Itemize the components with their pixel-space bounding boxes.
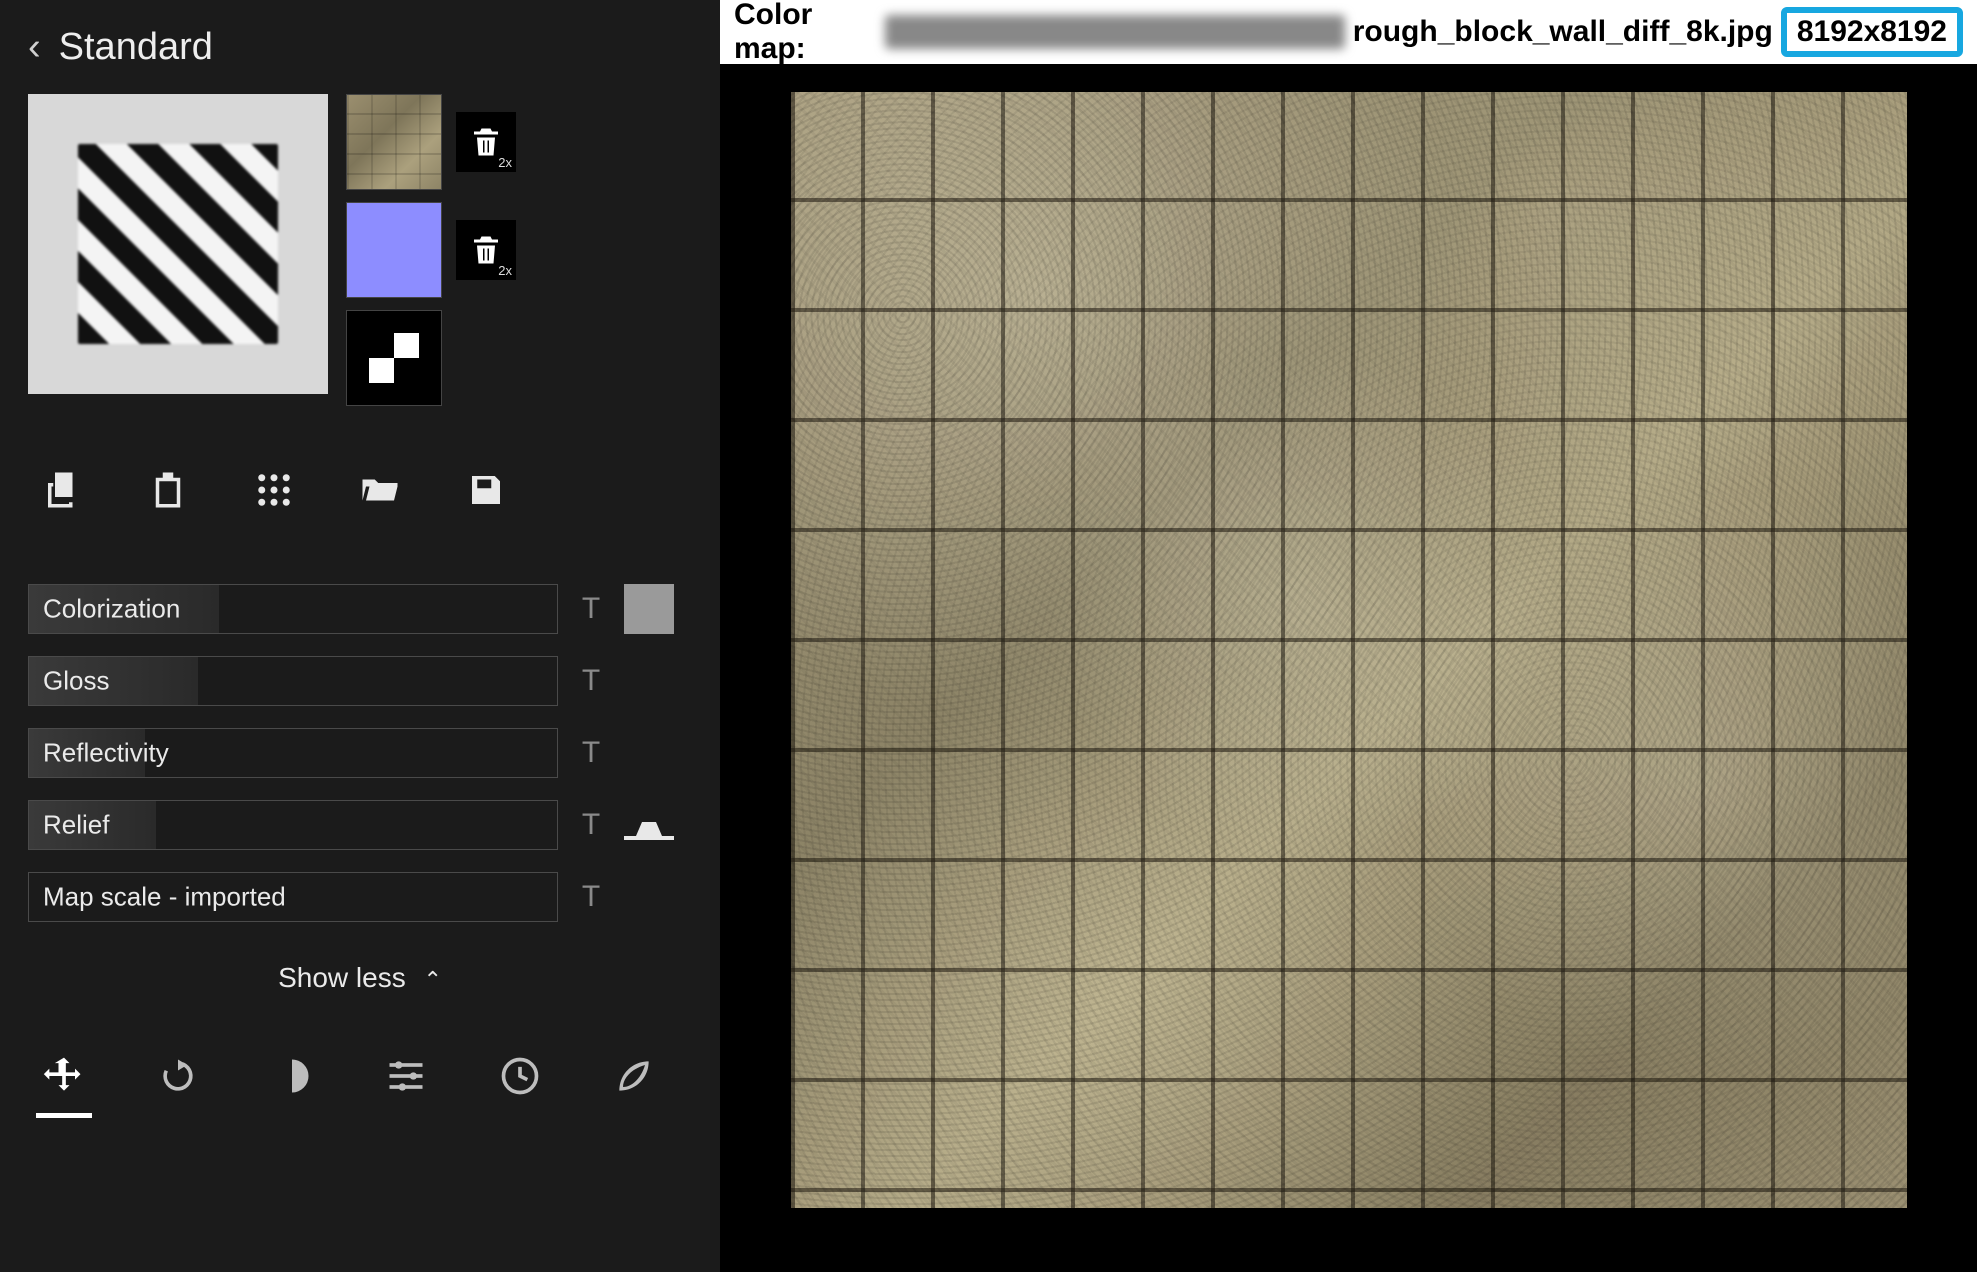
pathbar-filename: rough_block_wall_diff_8k.jpg (1353, 15, 1773, 49)
row-colorization: Colorization T (28, 584, 692, 634)
row-reflectivity: Reflectivity T (28, 728, 692, 778)
floppy-disk-icon (465, 469, 507, 511)
gloss-slider[interactable]: Gloss (28, 656, 558, 706)
normal-map-slot[interactable] (346, 202, 442, 298)
sliders-tool-button[interactable] (380, 1050, 432, 1102)
color-map-pathbar: Color map: rough_block_wall_diff_8k.jpg … (720, 0, 1977, 64)
leaf-icon (612, 1054, 656, 1098)
alpha-map-slot[interactable] (346, 310, 442, 406)
back-chevron-icon[interactable]: ‹ (28, 26, 41, 69)
trash-color-map-button[interactable]: 2x (456, 112, 516, 172)
texture-toggle-button[interactable]: T (576, 664, 606, 698)
open-folder-button[interactable] (356, 466, 404, 514)
color-map-slot[interactable] (346, 94, 442, 190)
move-tool-button[interactable] (38, 1050, 90, 1102)
main-area: Color map: rough_block_wall_diff_8k.jpg … (720, 0, 1977, 1272)
stone-wall-noise-layer (791, 92, 1907, 1208)
sidebar-header: ‹ Standard (28, 10, 692, 84)
colorization-swatch[interactable] (624, 584, 674, 634)
diagonal-stripe-preview-icon (78, 144, 278, 344)
contrast-tool-button[interactable] (266, 1050, 318, 1102)
folder-open-icon (359, 469, 401, 511)
grid-dots-icon (253, 469, 295, 511)
leaf-button[interactable] (608, 1050, 660, 1102)
material-toolbar (28, 466, 692, 514)
paste-icon (147, 469, 189, 511)
history-button[interactable] (494, 1050, 546, 1102)
texture-toggle-button[interactable]: T (576, 736, 606, 770)
material-type-title: Standard (59, 26, 213, 69)
material-sidebar: ‹ Standard 2x 2x (0, 0, 720, 1272)
app-root: ‹ Standard 2x 2x (0, 0, 1977, 1272)
half-circle-icon (270, 1054, 314, 1098)
trash-sub-label: 2x (498, 155, 512, 170)
move-arrows-icon (42, 1054, 86, 1098)
texture-slot-column: 2x 2x (346, 94, 516, 406)
slider-label: Relief (43, 810, 109, 841)
row-relief: Relief T (28, 800, 692, 850)
row-map-scale: Map scale - imported T (28, 872, 692, 922)
row-gloss: Gloss T (28, 656, 692, 706)
preview-and-slots: 2x 2x (28, 94, 692, 406)
chevron-up-icon: ⌃ (423, 967, 441, 992)
texture-canvas (791, 92, 1907, 1208)
material-preview[interactable] (28, 94, 328, 394)
paste-button[interactable] (144, 466, 192, 514)
trash-normal-map-button[interactable]: 2x (456, 220, 516, 280)
bump-profile-icon (624, 810, 674, 840)
texture-toggle-button[interactable]: T (576, 880, 606, 914)
copy-icon (41, 469, 83, 511)
texture-viewer[interactable] (720, 64, 1977, 1272)
sample-grid-button[interactable] (250, 466, 298, 514)
pathbar-label: Color map: (734, 0, 877, 66)
rotate-icon (156, 1054, 200, 1098)
row-color-map: 2x (346, 94, 516, 190)
save-button[interactable] (462, 466, 510, 514)
slider-label: Gloss (43, 666, 109, 697)
colorization-slider[interactable]: Colorization (28, 584, 558, 634)
trash-sub-label: 2x (498, 263, 512, 278)
texture-toggle-button[interactable]: T (576, 592, 606, 626)
pathbar-dimensions: 8192x8192 (1781, 7, 1963, 57)
checker-icon (369, 333, 419, 383)
sliders-icon (384, 1054, 428, 1098)
material-sliders: Colorization T Gloss T Reflectivity T (28, 584, 692, 922)
row-alpha-map (346, 310, 516, 406)
slider-label: Reflectivity (43, 738, 169, 769)
slider-label: Map scale - imported (43, 882, 286, 913)
relief-slider[interactable]: Relief (28, 800, 558, 850)
transform-toolbar (28, 1044, 692, 1102)
row-normal-map: 2x (346, 202, 516, 298)
show-less-toggle[interactable]: Show less ⌃ (28, 962, 692, 994)
texture-toggle-button[interactable]: T (576, 808, 606, 842)
map-scale-slider[interactable]: Map scale - imported (28, 872, 558, 922)
clock-icon (498, 1054, 542, 1098)
reflectivity-slider[interactable]: Reflectivity (28, 728, 558, 778)
rotate-tool-button[interactable] (152, 1050, 204, 1102)
show-less-label: Show less (278, 962, 406, 993)
copy-button[interactable] (38, 466, 86, 514)
slider-label: Colorization (43, 594, 180, 625)
pathbar-redacted-path (885, 15, 1345, 49)
